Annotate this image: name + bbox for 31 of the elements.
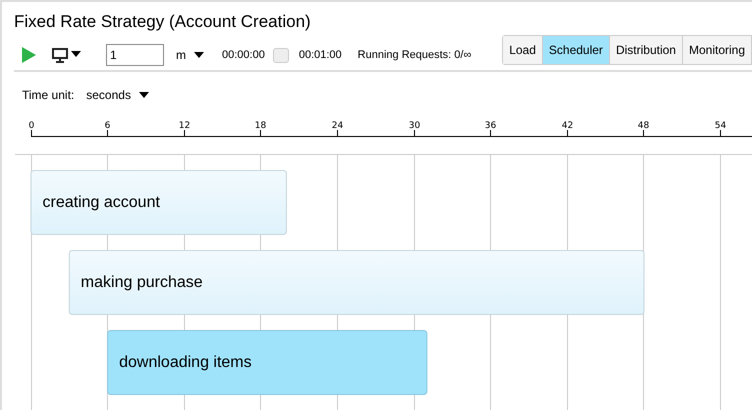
task-bar[interactable] bbox=[30, 170, 287, 235]
task-bar[interactable] bbox=[107, 330, 428, 395]
duration-field[interactable]: 1 bbox=[106, 44, 164, 66]
axis-tick-label: 6 bbox=[104, 121, 110, 131]
axis-tick-label: 42 bbox=[562, 121, 574, 131]
play-icon[interactable] bbox=[22, 47, 36, 63]
axis-tick-label: 18 bbox=[254, 121, 266, 131]
total-time: 00:01:00 bbox=[298, 49, 342, 61]
tab[interactable]: Distribution bbox=[608, 36, 682, 64]
caret-icon bbox=[138, 92, 149, 98]
axis-tick-label: 12 bbox=[178, 121, 190, 131]
elapsed-time: 00:00:00 bbox=[222, 49, 265, 61]
monitor-dropdown-icon[interactable] bbox=[52, 47, 82, 63]
unit-dropdown[interactable]: m bbox=[174, 46, 206, 64]
task-label: making purchase bbox=[80, 274, 203, 291]
task-label: downloading items bbox=[119, 354, 252, 371]
tab[interactable]: Monitoring bbox=[682, 36, 751, 64]
task-label: creating account bbox=[42, 194, 160, 211]
window-title: Fixed Rate Strategy (Account Creation) bbox=[14, 12, 311, 32]
time-unit-label: Time unit: bbox=[22, 88, 74, 102]
tab[interactable]: Load bbox=[503, 36, 542, 64]
axis-tick-label: 54 bbox=[714, 121, 726, 131]
axis-tick-label: 0 bbox=[28, 121, 34, 131]
axis-tick-label: 36 bbox=[484, 121, 496, 131]
axis-tick-label: 48 bbox=[638, 121, 650, 131]
caret-icon bbox=[194, 52, 204, 58]
running-requests: Running Requests: 0/∞ bbox=[358, 49, 472, 61]
time-unit-dropdown[interactable]: seconds bbox=[84, 86, 151, 104]
axis-tick-label: 24 bbox=[332, 121, 344, 131]
tab[interactable]: Scheduler bbox=[542, 36, 609, 64]
axis-tick-label: 30 bbox=[408, 121, 420, 131]
